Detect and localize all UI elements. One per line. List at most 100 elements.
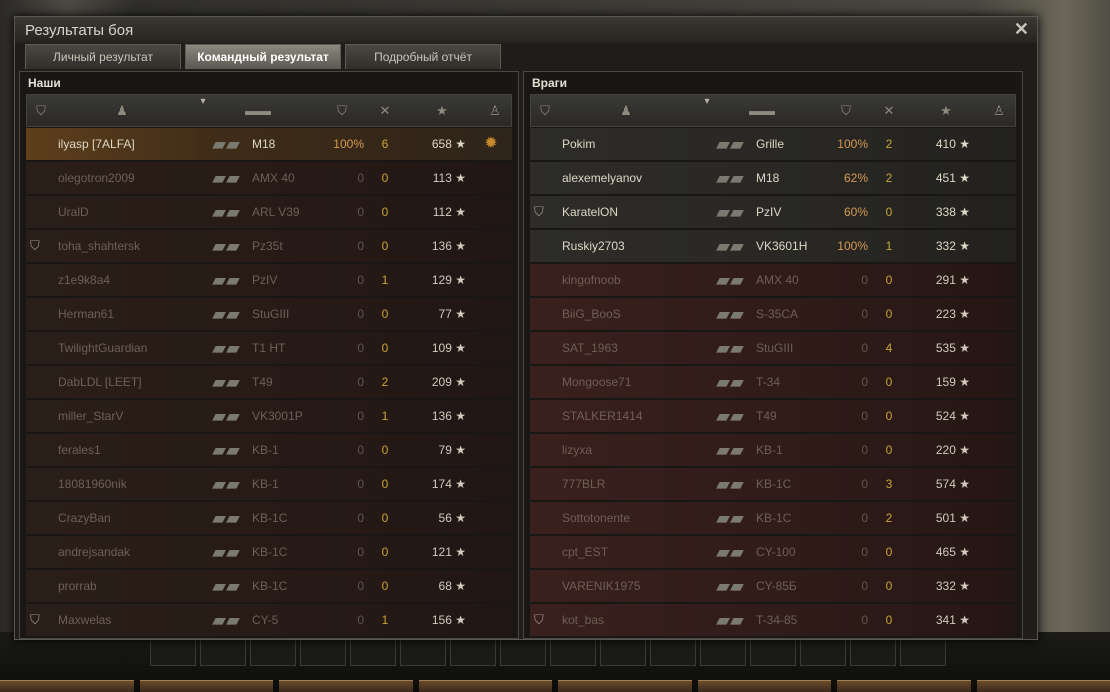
tab-detailed-report[interactable]: Подробный отчёт (345, 44, 501, 69)
shield-icon (30, 536, 50, 568)
table-row[interactable]: ▰▰ VARENIK1975 CY-85Б 0 0 332 ★ (530, 570, 1016, 602)
experience: 341 ★ (935, 613, 970, 627)
table-row[interactable]: ▰▰ ⛉ kot_bas T-34-85 0 0 341 ★ (530, 604, 1016, 636)
carousel-slot[interactable] (976, 680, 1110, 692)
table-row[interactable]: ▰▰ ⛉ Maxwelas CY-5 0 1 156 ★ (26, 604, 512, 636)
table-row[interactable]: ▰▰ alexemelyanov M18 62% 2 451 ★ (530, 162, 1016, 194)
shield-icon (534, 332, 554, 364)
shield-icon[interactable]: ⛉ (535, 95, 555, 126)
carousel-slot[interactable] (139, 680, 273, 692)
tank-icon[interactable]: ▬▬ (727, 95, 797, 126)
damage-percent: 62% (843, 171, 868, 185)
kills-icon[interactable]: ✕ (871, 95, 907, 126)
tab-team-result[interactable]: Командный результат (185, 44, 341, 69)
player-name: alexemelyanov (562, 171, 643, 185)
column-header: ⛉ ♟ ▾ ▬▬ ⛉ ✕ ★ ♙ (530, 94, 1016, 127)
table-row[interactable]: ▰▰ miller_StarV VK3001P 0 1 136 ★ (26, 400, 512, 432)
carousel-slot[interactable] (279, 680, 413, 692)
shield-icon (534, 162, 554, 194)
experience: 121 ★ (431, 545, 466, 559)
medal-icon (476, 230, 506, 262)
shield-icon: ⛉ (534, 612, 544, 627)
table-row[interactable]: ▰▰ prorrab KB-1C 0 0 68 ★ (26, 570, 512, 602)
star-icon[interactable]: ★ (931, 95, 961, 126)
table-row[interactable]: ▰▰ DabLDL [LEET] T49 0 2 209 ★ (26, 366, 512, 398)
kills-count: 0 (381, 579, 389, 593)
table-row[interactable]: ▰▰ Mongoose71 T-34 0 0 159 ★ (530, 366, 1016, 398)
table-row[interactable]: ▰▰ UralD ARL V39 0 0 112 ★ (26, 196, 512, 228)
carousel-slot[interactable] (558, 680, 692, 692)
table-row[interactable]: ▰▰ 777BLR KB-1C 0 3 574 ★ (530, 468, 1016, 500)
table-row[interactable]: ▰▰ kingofnoob AMX 40 0 0 291 ★ (530, 264, 1016, 296)
player-name: Ruskiy2703 (562, 239, 625, 253)
carousel-slot[interactable] (0, 680, 134, 692)
medal-icon (476, 264, 506, 296)
shield-icon[interactable]: ⛉ (31, 95, 51, 126)
experience: 159 ★ (935, 375, 970, 389)
star-icon[interactable]: ★ (427, 95, 457, 126)
player-name: kot_bas (562, 613, 605, 627)
chevron-down-icon: ▾ (704, 96, 710, 107)
medal-icon (476, 468, 506, 500)
table-row[interactable]: ▰▰ 18081960nik KB-1 0 0 174 ★ (26, 468, 512, 500)
slot (300, 636, 346, 666)
table-row[interactable]: ▰▰ Herman61 StuGIII 0 0 77 ★ (26, 298, 512, 330)
window-title: Результаты боя (25, 22, 134, 39)
table-row[interactable]: ▰▰ ⛉ toha_shahtersk Pz35t 0 0 136 ★ (26, 230, 512, 262)
table-row[interactable]: ▰▰ BiiG_BooS S-35CA 0 0 223 ★ (530, 298, 1016, 330)
damage-icon[interactable]: ⛉ (327, 95, 357, 126)
table-row[interactable]: ▰▰ ilyasp [7ALFA] M18 100% 6 658 ★ ✹ (26, 128, 512, 160)
vehicle-name: CY-100 (756, 545, 796, 559)
carousel-slot[interactable] (697, 680, 831, 692)
damage-icon[interactable]: ⛉ (831, 95, 861, 126)
table-row[interactable]: ▰▰ Ruskiy2703 VK3601H 100% 1 332 ★ (530, 230, 1016, 262)
table-row[interactable]: ▰▰ SAT_1963 StuGIII 0 4 535 ★ (530, 332, 1016, 364)
damage-percent: 0 (861, 477, 868, 491)
damage-percent: 0 (861, 579, 868, 593)
tank-icon[interactable]: ▬▬ (223, 95, 293, 126)
close-icon[interactable]: ✕ (1014, 19, 1029, 40)
medal-icon[interactable]: ♙ (987, 95, 1011, 126)
medal-icon[interactable]: ♙ (483, 95, 507, 126)
experience: 79 ★ (438, 443, 466, 457)
player-icon[interactable]: ♟ (611, 95, 641, 126)
vehicle-name: M18 (252, 137, 276, 151)
medal-icon (476, 400, 506, 432)
team-enemies-list: ▰▰ Pokim Grille 100% 2 410 ★ ▰▰ alexemelyanov M1… (530, 128, 1016, 638)
kills-count: 0 (381, 171, 389, 185)
tank-icon: ▰▰ (716, 406, 744, 426)
medal-icon (980, 434, 1010, 466)
experience: 174 ★ (431, 477, 466, 491)
vehicle-name: T49 (252, 375, 273, 389)
tank-icon: ▰▰ (212, 134, 240, 154)
table-row[interactable]: ▰▰ ⛉ KaratelON PzIV 60% 0 338 ★ (530, 196, 1016, 228)
player-name: 777BLR (562, 477, 606, 491)
table-row[interactable]: ▰▰ STALKER1414 T49 0 0 524 ★ (530, 400, 1016, 432)
carousel-slot[interactable] (418, 680, 552, 692)
table-row[interactable]: ▰▰ TwilightGuardian T1 HT 0 0 109 ★ (26, 332, 512, 364)
player-name: STALKER1414 (562, 409, 643, 423)
kills-count: 0 (381, 477, 389, 491)
table-row[interactable]: ▰▰ lizyxa KB-1 0 0 220 ★ (530, 434, 1016, 466)
experience: 332 ★ (935, 239, 970, 253)
player-name: lizyxa (562, 443, 593, 457)
shield-icon: ⛉ (30, 612, 40, 627)
table-row[interactable]: ▰▰ Pokim Grille 100% 2 410 ★ (530, 128, 1016, 160)
table-row[interactable]: ▰▰ ferales1 KB-1 0 0 79 ★ (26, 434, 512, 466)
table-row[interactable]: ▰▰ olegotron2009 AMX 40 0 0 113 ★ (26, 162, 512, 194)
table-row[interactable]: ▰▰ Sottotonente KB-1C 0 2 501 ★ (530, 502, 1016, 534)
table-row[interactable]: ▰▰ CrazyBan KB-1C 0 0 56 ★ (26, 502, 512, 534)
shield-icon (30, 264, 50, 296)
tab-personal-result[interactable]: Личный результат (25, 44, 181, 69)
player-icon[interactable]: ♟ (107, 95, 137, 126)
damage-percent: 0 (861, 307, 868, 321)
table-row[interactable]: ▰▰ andrejsandak KB-1C 0 0 121 ★ (26, 536, 512, 568)
carousel-slot[interactable] (837, 680, 971, 692)
table-row[interactable]: ▰▰ z1e9k8a4 PzIV 0 1 129 ★ (26, 264, 512, 296)
table-row[interactable]: ▰▰ cpt_EST CY-100 0 0 465 ★ (530, 536, 1016, 568)
player-name: kingofnoob (562, 273, 621, 287)
player-name: Herman61 (58, 307, 115, 321)
damage-percent: 0 (357, 613, 364, 627)
damage-percent: 0 (861, 273, 868, 287)
kills-icon[interactable]: ✕ (367, 95, 403, 126)
